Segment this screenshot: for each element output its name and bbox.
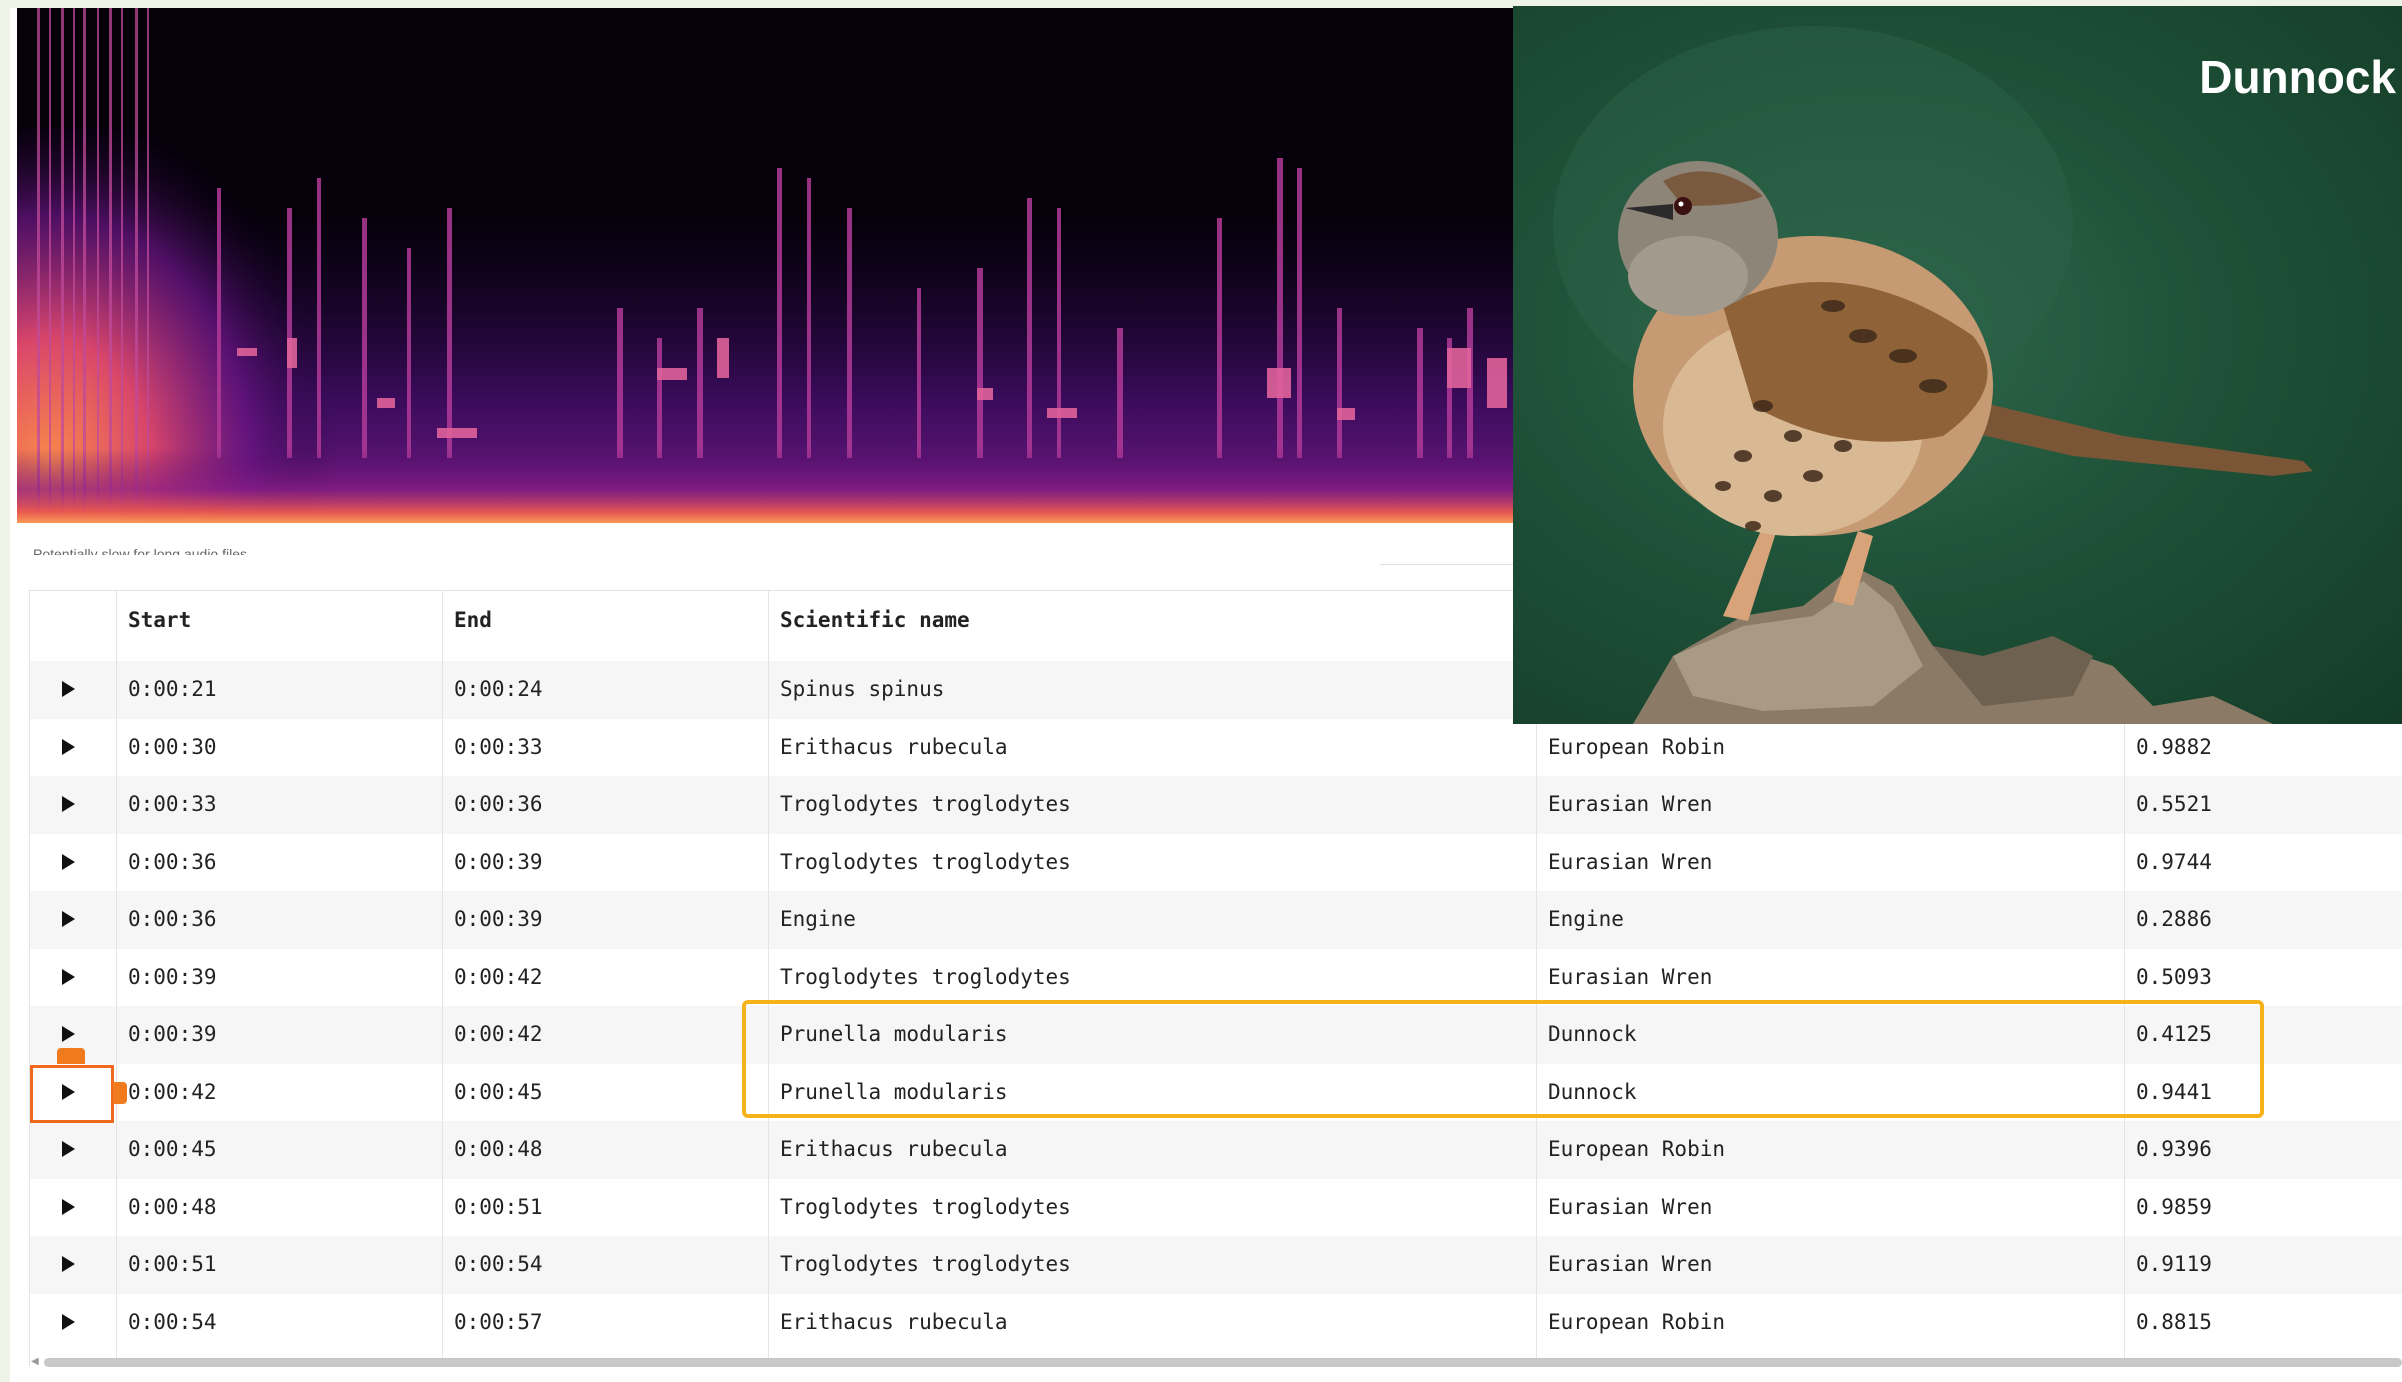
- confidence-cell: 0.9396: [2136, 1137, 2212, 1161]
- header-start[interactable]: Start: [116, 591, 442, 661]
- scientific-name-cell: Troglodytes troglodytes: [780, 964, 1071, 989]
- play-icon[interactable]: [62, 1256, 75, 1272]
- table-row: 0:00:54 0:00:57 Erithacus rubecula European…: [30, 1294, 2402, 1352]
- start-cell: 0:00:33: [128, 792, 217, 816]
- resize-handle-right[interactable]: [113, 1082, 127, 1104]
- end-cell: 0:00:42: [454, 964, 543, 989]
- start-cell: 0:00:36: [128, 907, 217, 931]
- window-frame-left: [0, 0, 10, 1382]
- common-name-cell: European Robin: [1548, 734, 1726, 759]
- spectrogram: [17, 8, 1515, 523]
- column-divider: [116, 591, 117, 1366]
- table-row: 0:00:48 0:00:51 Troglodytes troglodytes Eur…: [30, 1179, 2402, 1237]
- common-name-cell: Eurasian Wren: [1548, 1252, 1713, 1276]
- scroll-left-icon[interactable]: ◀: [31, 1356, 39, 1367]
- confidence-cell: 0.5521: [2136, 792, 2212, 816]
- table-row: 0:00:30 0:00:33 Erithacus rubecula European…: [30, 719, 2402, 777]
- spectrogram-caption: Potentially slow for long audio files: [33, 546, 248, 555]
- table-row: 0:00:36 0:00:39 Engine Engine 0.2886: [30, 891, 2402, 949]
- scientific-name-cell: Troglodytes troglodytes: [780, 792, 1071, 816]
- end-cell: 0:00:24: [454, 677, 543, 701]
- spectrogram-image: [17, 8, 1515, 523]
- play-icon[interactable]: [62, 796, 75, 812]
- play-icon[interactable]: [62, 1313, 75, 1330]
- start-cell: 0:00:48: [128, 1194, 217, 1219]
- common-name-cell: Eurasian Wren: [1548, 964, 1713, 989]
- column-divider: [768, 591, 769, 1366]
- start-cell: 0:00:51: [128, 1252, 217, 1276]
- bird-photo-card: Dunnock: [1513, 6, 2402, 724]
- scientific-name-cell: Erithacus rubecula: [780, 1309, 1008, 1334]
- scientific-name-cell: Erithacus rubecula: [780, 1137, 1008, 1161]
- scientific-name-cell: Troglodytes troglodytes: [780, 1252, 1071, 1276]
- bird-name-title: Dunnock: [2199, 51, 2396, 103]
- start-cell: 0:00:21: [128, 677, 217, 701]
- end-cell: 0:00:42: [454, 1022, 543, 1046]
- play-icon[interactable]: [62, 738, 75, 755]
- play-icon[interactable]: [62, 1026, 75, 1042]
- end-cell: 0:00:39: [454, 849, 543, 874]
- end-cell: 0:00:48: [454, 1137, 543, 1161]
- common-name-cell: Eurasian Wren: [1548, 1194, 1713, 1219]
- start-cell: 0:00:45: [128, 1137, 217, 1161]
- dunnock-highlight-box: [742, 1000, 2264, 1118]
- dunnock-photo: [1553, 26, 2313, 724]
- scientific-name-cell: Engine: [780, 907, 856, 931]
- end-cell: 0:00:51: [454, 1194, 543, 1219]
- play-icon[interactable]: [62, 1198, 75, 1215]
- table-row: 0:00:39 0:00:42 Troglodytes troglodytes Eur…: [30, 949, 2402, 1007]
- start-cell: 0:00:39: [128, 964, 217, 989]
- header-scientific-name[interactable]: Scientific name: [768, 591, 1536, 661]
- common-name-cell: Eurasian Wren: [1548, 849, 1713, 874]
- common-name-cell: European Robin: [1548, 1137, 1726, 1161]
- play-icon[interactable]: [62, 681, 75, 697]
- end-cell: 0:00:45: [454, 1079, 543, 1104]
- play-icon[interactable]: [62, 1141, 75, 1157]
- end-cell: 0:00:33: [454, 734, 543, 759]
- start-cell: 0:00:54: [128, 1309, 217, 1334]
- table-row: 0:00:33 0:00:36 Troglodytes troglodytes Eur…: [30, 776, 2402, 834]
- table-row: 0:00:36 0:00:39 Troglodytes troglodytes Eur…: [30, 834, 2402, 892]
- end-cell: 0:00:54: [454, 1252, 543, 1276]
- scientific-name-cell: Erithacus rubecula: [780, 734, 1008, 759]
- table-row: 0:00:51 0:00:54 Troglodytes troglodytes Eur…: [30, 1236, 2402, 1294]
- start-cell: 0:00:36: [128, 849, 217, 874]
- end-cell: 0:00:57: [454, 1309, 543, 1334]
- field-outline: [1380, 556, 1515, 565]
- play-icon[interactable]: [62, 968, 75, 985]
- confidence-cell: 0.9859: [2136, 1194, 2212, 1219]
- confidence-cell: 0.2886: [2136, 907, 2212, 931]
- common-name-cell: Eurasian Wren: [1548, 792, 1713, 816]
- play-icon[interactable]: [62, 853, 75, 870]
- common-name-cell: European Robin: [1548, 1309, 1726, 1334]
- horizontal-scrollbar[interactable]: [44, 1358, 2402, 1367]
- confidence-cell: 0.9744: [2136, 849, 2212, 874]
- confidence-cell: 0.9119: [2136, 1252, 2212, 1276]
- scientific-name-cell: Spinus spinus: [780, 677, 945, 701]
- scientific-name-cell: Troglodytes troglodytes: [780, 849, 1071, 874]
- column-divider: [442, 591, 443, 1366]
- common-name-cell: Engine: [1548, 907, 1624, 931]
- confidence-cell: 0.9882: [2136, 734, 2212, 759]
- scientific-name-cell: Troglodytes troglodytes: [780, 1194, 1071, 1219]
- header-end[interactable]: End: [442, 591, 768, 661]
- resize-handle-top[interactable]: [57, 1048, 85, 1064]
- start-cell: 0:00:30: [128, 734, 217, 759]
- start-cell: 0:00:42: [128, 1079, 217, 1104]
- end-cell: 0:00:39: [454, 907, 543, 931]
- start-cell: 0:00:39: [128, 1022, 217, 1046]
- table-row: 0:00:45 0:00:48 Erithacus rubecula European…: [30, 1121, 2402, 1179]
- confidence-cell: 0.8815: [2136, 1309, 2212, 1334]
- confidence-cell: 0.5093: [2136, 964, 2212, 989]
- selected-play-cell[interactable]: [30, 1065, 114, 1123]
- play-icon[interactable]: [62, 911, 75, 927]
- end-cell: 0:00:36: [454, 792, 543, 816]
